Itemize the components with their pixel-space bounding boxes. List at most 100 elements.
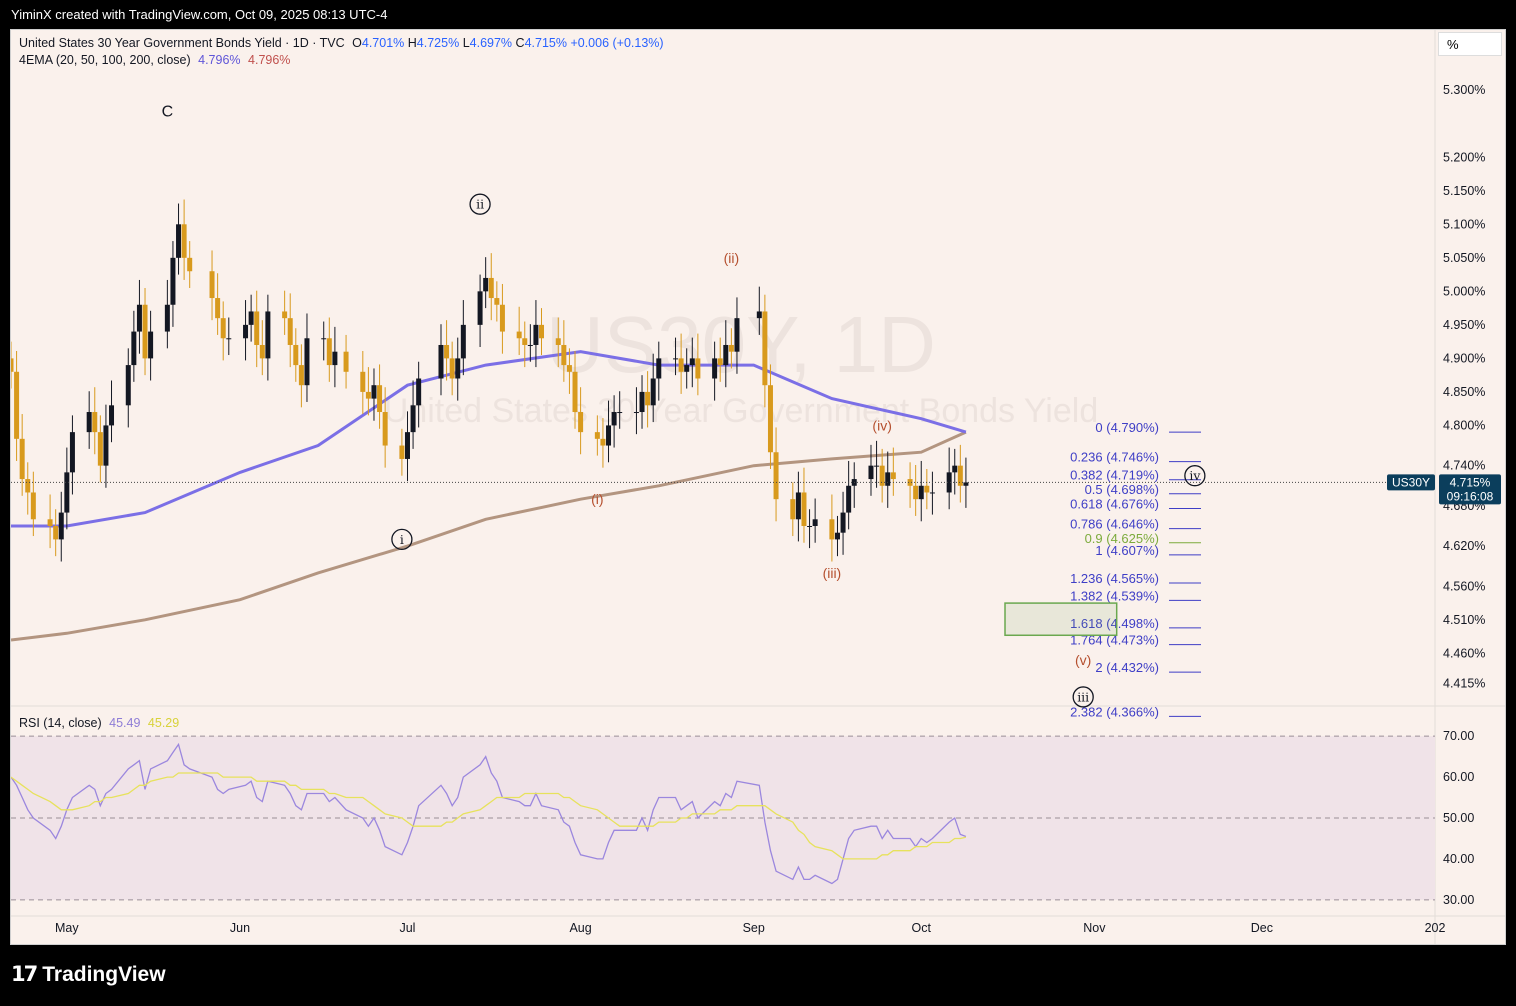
candle-body — [69, 432, 75, 473]
rsi-legend[interactable]: RSI (14, close) 45.49 45.29 — [19, 716, 179, 730]
candle-body — [25, 479, 31, 493]
price-unit-selector[interactable]: % — [1438, 32, 1502, 56]
price-tick-label: 5.050% — [1443, 251, 1485, 265]
wave-label: (ii) — [724, 250, 740, 266]
candle-body — [801, 492, 807, 526]
candle-body — [606, 425, 612, 446]
candle-body — [148, 331, 154, 359]
symbol-tag: US30Y — [1392, 475, 1430, 489]
rsi-label: RSI (14, close) — [19, 716, 102, 730]
time-tick-label: Aug — [569, 921, 591, 935]
candle-body — [220, 318, 226, 339]
candle-body — [673, 358, 679, 360]
candle-body — [494, 298, 500, 305]
candle-body — [807, 525, 813, 527]
time-tick-label: 202 — [1425, 921, 1446, 935]
candle-body — [695, 358, 701, 379]
wave-label: iv — [1189, 468, 1201, 483]
fib-level-label: 1.236 (4.565%) — [1070, 571, 1159, 586]
price-unit: % — [1447, 37, 1459, 52]
candle-body — [460, 324, 466, 359]
candle-body — [164, 304, 170, 332]
candle-body — [499, 304, 505, 332]
candle-body — [762, 311, 768, 386]
bar-countdown: 09:16:08 — [1447, 489, 1494, 503]
candle-body — [790, 499, 796, 520]
time-tick-label: Sep — [743, 921, 765, 935]
attribution-text: YiminX created with TradingView.com, Oct… — [11, 7, 388, 22]
candle-body — [19, 438, 25, 480]
candle-body — [639, 391, 645, 413]
candle-body — [125, 365, 131, 406]
candle-body — [360, 371, 366, 392]
candle-body — [874, 465, 880, 467]
price-tick-label: 5.300% — [1443, 83, 1485, 97]
candle-body — [650, 378, 656, 406]
ema-legend[interactable]: 4EMA (20, 50, 100, 200, close) 4.796% 4.… — [19, 53, 290, 67]
fib-level-label: 2 (4.432%) — [1095, 660, 1159, 675]
candle-body — [109, 405, 115, 426]
candle-body — [455, 358, 461, 379]
candle-body — [924, 485, 930, 493]
open-value: 4.701% — [361, 36, 405, 50]
time-tick-label: Nov — [1083, 921, 1106, 935]
footer-bar — [0, 946, 1516, 1006]
candle-body — [298, 365, 304, 386]
candle-body — [527, 344, 533, 346]
fib-level-label: 1 (4.607%) — [1095, 543, 1159, 558]
candle-body — [326, 338, 332, 366]
fib-level-label: 1.382 (4.539%) — [1070, 588, 1159, 603]
candle-body — [656, 358, 662, 379]
fib-level-label: 0.786 (4.646%) — [1070, 517, 1159, 532]
wave-label: iii — [1077, 689, 1089, 704]
ema-label: 4EMA (20, 50, 100, 200, close) — [19, 53, 191, 67]
rsi-tick-label: 70.00 — [1443, 729, 1474, 743]
wave-label: (v) — [1075, 652, 1091, 668]
candle-body — [209, 271, 215, 299]
open-label: O — [352, 36, 362, 50]
candle-body — [382, 412, 388, 446]
wave-label: ii — [476, 197, 484, 212]
candle-body — [287, 318, 293, 345]
price-tick-label: 4.415% — [1443, 677, 1485, 691]
chart-canvas[interactable]: US30Y, 1DUnited States 30 Year Governmen… — [11, 30, 1505, 944]
rsi-value-1: 45.49 — [109, 716, 141, 730]
candle-body — [756, 311, 762, 319]
symbol-title: United States 30 Year Government Bonds Y… — [19, 36, 345, 50]
candle-body — [918, 485, 924, 500]
candle-body — [488, 277, 494, 299]
candle-body — [868, 465, 874, 480]
candle-body — [449, 358, 455, 379]
wave-label: (i) — [591, 491, 603, 507]
candle-body — [795, 492, 801, 520]
candle-body — [53, 525, 59, 540]
candle-body — [963, 482, 969, 486]
time-tick-label: Oct — [912, 921, 932, 935]
candle-body — [293, 344, 299, 366]
candle-body — [572, 371, 578, 413]
change-value: +0.006 (+0.13%) — [570, 36, 664, 50]
tradingview-logo: 𝟭𝟳 TradingView — [11, 962, 166, 987]
price-tick-label: 4.560% — [1443, 579, 1485, 593]
ema-value-1: 4.796% — [198, 53, 241, 67]
rsi-tick-label: 40.00 — [1443, 852, 1474, 866]
candle-body — [248, 311, 254, 325]
candle-body — [215, 298, 221, 319]
candle-body — [717, 358, 723, 366]
price-tick-label: 5.100% — [1443, 217, 1485, 231]
candle-body — [64, 472, 70, 513]
candle-body — [555, 338, 561, 345]
chart-frame[interactable]: US30Y, 1D United States 30 Year Governmen… — [10, 29, 1506, 945]
candle-body — [885, 472, 891, 486]
candle-body — [282, 311, 288, 319]
candle-body — [243, 324, 249, 339]
fib-level-label: 0.5 (4.698%) — [1085, 482, 1159, 497]
candle-body — [645, 391, 651, 406]
candle-body — [879, 465, 885, 486]
candle-body — [30, 492, 36, 520]
candle-body — [477, 291, 483, 325]
high-value: 4.725% — [416, 36, 460, 50]
symbol-legend[interactable]: United States 30 Year Government Bonds Y… — [19, 36, 664, 50]
candle-body — [332, 351, 338, 366]
candle-body — [846, 485, 852, 513]
